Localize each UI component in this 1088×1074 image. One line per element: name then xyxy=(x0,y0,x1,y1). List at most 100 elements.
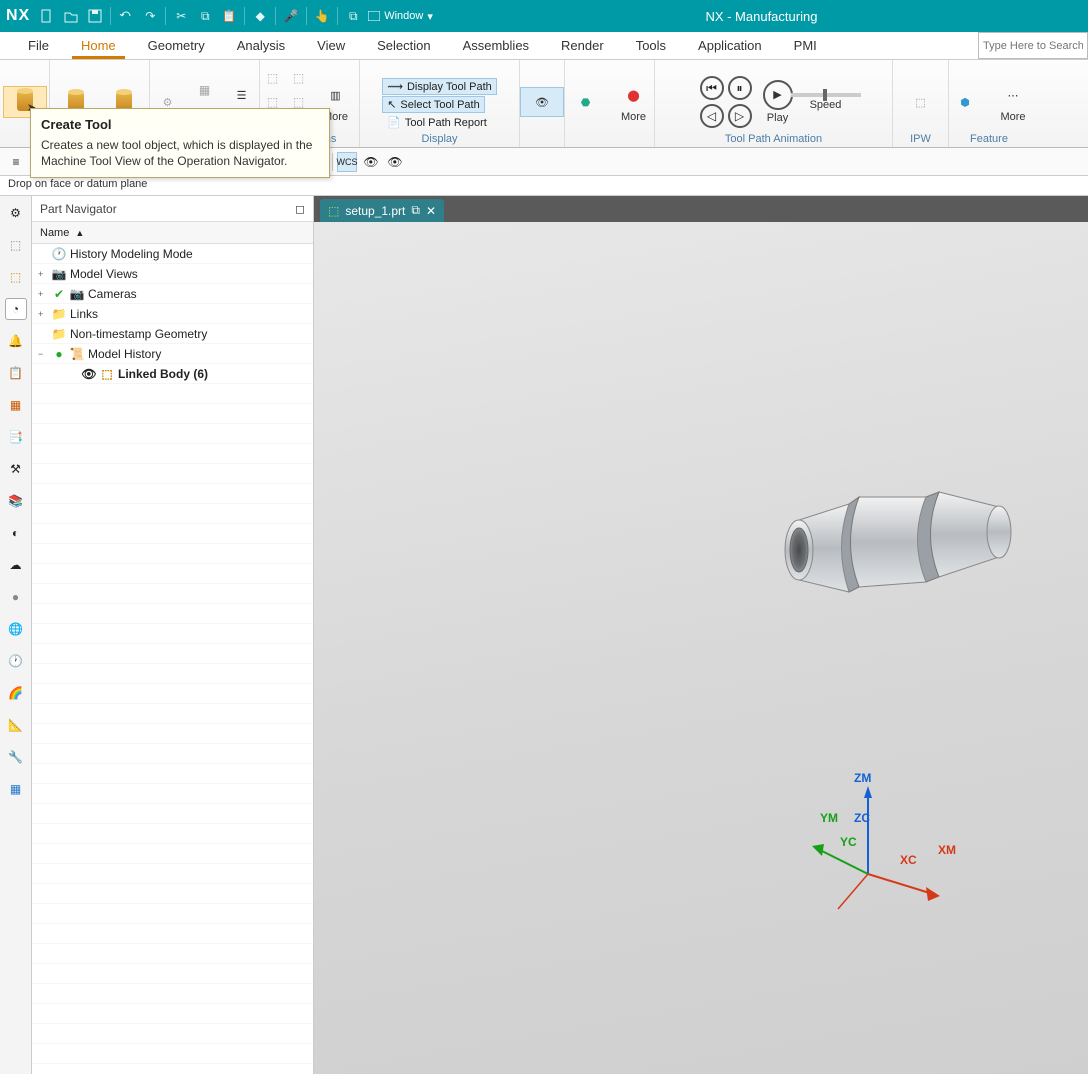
verify-button[interactable]: ⬣ xyxy=(564,88,608,116)
select-tool-path-button[interactable]: ↖Select Tool Path xyxy=(382,96,485,113)
feature-label: Feature xyxy=(970,133,1008,145)
tab-geometry[interactable]: Geometry xyxy=(132,32,221,59)
tools-icon[interactable]: 🔧 xyxy=(5,746,27,768)
pause-icon[interactable]: ⏸ xyxy=(728,76,752,100)
tree-row-cameras[interactable]: +✔📷Cameras xyxy=(32,284,313,304)
app-title: NX - Manufacturing xyxy=(441,9,1082,24)
title-bar: NX ↷ ✂ ⧉ 📋 ◆ 🎤 👆 ⧉ Window ▾ NX - Manufac… xyxy=(0,0,1088,32)
measure-icon[interactable]: 📐 xyxy=(5,714,27,736)
op-icon-1[interactable]: ⬚ xyxy=(262,67,284,89)
navigator-title: Part Navigator xyxy=(40,202,117,216)
navigator-tree[interactable]: 🕐History Modeling Mode +📷Model Views +✔📷… xyxy=(32,244,313,1074)
animation-group-label: Tool Path Animation xyxy=(725,133,822,145)
tab-view[interactable]: View xyxy=(301,32,361,59)
svg-text:ZM: ZM xyxy=(854,771,871,785)
tree-row-model-views[interactable]: +📷Model Views xyxy=(32,264,313,284)
part-model[interactable] xyxy=(754,462,1034,632)
step-back-icon[interactable]: ◁ xyxy=(700,104,724,128)
tab-analysis[interactable]: Analysis xyxy=(221,32,301,59)
viewport[interactable]: ZM YM ZC YC XC XM xyxy=(314,222,1088,1074)
eye-icon-2[interactable]: 👁 xyxy=(385,152,405,172)
copy-icon: ⧉ xyxy=(196,7,214,25)
window-menu[interactable]: Window ▾ xyxy=(368,10,433,23)
tree-row-history-mode[interactable]: 🕐History Modeling Mode xyxy=(32,244,313,264)
tree-row-linked-body[interactable]: 👁⬚Linked Body (6) xyxy=(32,364,313,384)
column-name[interactable]: Name xyxy=(40,227,69,239)
quick-access-toolbar: ↷ ✂ ⧉ 📋 ◆ 🎤 👆 ⧉ Window ▾ xyxy=(38,7,433,25)
save-icon[interactable] xyxy=(86,7,104,25)
sort-asc-icon[interactable]: ▲ xyxy=(75,228,84,238)
display-tool-path-button[interactable]: ⟿Display Tool Path xyxy=(382,78,497,95)
resource-bar: ⚙ ⬚ ⬚ ◔ 🔔 📋 ▦ 📑 ⚒ 📚 ◐ ☁ ● 🌐 🕐 🌈 📐 🔧 ▦ xyxy=(0,196,32,1074)
speed-control[interactable]: Speed xyxy=(804,93,848,111)
cloud-icon[interactable]: ☁ xyxy=(5,554,27,576)
tree-row-links[interactable]: +📁Links xyxy=(32,304,313,324)
path-icon: ⟿ xyxy=(387,80,403,93)
more-feature-button[interactable]: ⋯More xyxy=(991,81,1035,123)
redo-icon[interactable]: ↷ xyxy=(141,7,159,25)
ipw-button[interactable]: ⬚ xyxy=(899,88,943,116)
history-icon[interactable]: 📋 xyxy=(5,362,27,384)
show-3d-button[interactable]: 👁 xyxy=(520,87,564,117)
step-back-start-icon[interactable]: ⏮ xyxy=(700,76,724,100)
tab-tools[interactable]: Tools xyxy=(620,32,682,59)
menu-icon[interactable]: ≡ xyxy=(6,152,26,172)
tab-pmi[interactable]: PMI xyxy=(778,32,833,59)
tab-assemblies[interactable]: Assemblies xyxy=(447,32,545,59)
settings-icon[interactable]: ⚙ xyxy=(5,202,27,224)
appearance-icon[interactable]: ◆ xyxy=(251,7,269,25)
file-tab[interactable]: ⬚ setup_1.prt ⧉ ✕ xyxy=(320,199,444,222)
tool-path-report-button[interactable]: 📄Tool Path Report xyxy=(382,114,492,131)
command-search-input[interactable] xyxy=(978,32,1088,59)
undo-icon[interactable] xyxy=(117,7,135,25)
part-icon: ⬚ xyxy=(328,204,339,218)
eye-icon-1[interactable]: 👁 xyxy=(361,152,381,172)
display-group-label: Display xyxy=(421,133,457,145)
new-icon[interactable] xyxy=(38,7,56,25)
main-area: ⚙ ⬚ ⬚ ◔ 🔔 📋 ▦ 📑 ⚒ 📚 ◐ ☁ ● 🌐 🕐 🌈 📐 🔧 ▦ Pa… xyxy=(0,196,1088,1074)
play-button[interactable]: ▶Play xyxy=(756,80,800,124)
tooltip-body: Creates a new tool object, which is disp… xyxy=(41,138,319,169)
ipw-label: IPW xyxy=(910,133,931,145)
wcs-icon[interactable]: WCS xyxy=(337,152,357,172)
action-icon-1[interactable]: ▦ xyxy=(194,79,216,101)
render-icon[interactable]: ◐ xyxy=(5,522,27,544)
machining-icon[interactable]: ⚒ xyxy=(5,458,27,480)
op-icon-4[interactable]: ⬚ xyxy=(288,67,310,89)
file-tab-label: setup_1.prt xyxy=(345,204,405,218)
undock-icon[interactable]: ◻ xyxy=(295,202,305,216)
svg-text:YC: YC xyxy=(840,835,857,849)
feature-button[interactable]: ⬢ xyxy=(943,88,987,116)
reuse-icon[interactable]: 📑 xyxy=(5,426,27,448)
tab-home[interactable]: Home xyxy=(65,32,132,59)
part-nav-icon[interactable]: ◔ xyxy=(5,298,27,320)
assembly-nav-icon[interactable]: ⬚ xyxy=(5,234,27,256)
tab-render[interactable]: Render xyxy=(545,32,620,59)
switch-window-icon[interactable]: ⧉ xyxy=(344,7,362,25)
sheet-icon[interactable]: ▦ xyxy=(5,394,27,416)
clock-icon[interactable]: 🕐 xyxy=(5,650,27,672)
tab-selection[interactable]: Selection xyxy=(361,32,446,59)
web-icon[interactable]: 🌐 xyxy=(5,618,27,640)
coordinate-triad[interactable]: ZM YM ZC YC XC XM xyxy=(798,764,958,924)
roles-icon[interactable]: ▦ xyxy=(5,778,27,800)
popout-icon[interactable]: ⧉ xyxy=(411,203,420,218)
tree-row-ntg[interactable]: 📁Non-timestamp Geometry xyxy=(32,324,313,344)
notify-icon[interactable]: 🔔 xyxy=(5,330,27,352)
library-icon[interactable]: 📚 xyxy=(5,490,27,512)
sphere-icon[interactable]: ● xyxy=(5,586,27,608)
tooltip-title: Create Tool xyxy=(41,117,319,132)
close-tab-icon[interactable]: ✕ xyxy=(426,204,436,218)
step-fwd-icon[interactable]: ▷ xyxy=(728,104,752,128)
more-display-button[interactable]: ⬤More xyxy=(612,81,656,123)
constraint-nav-icon[interactable]: ⬚ xyxy=(5,266,27,288)
tab-application[interactable]: Application xyxy=(682,32,778,59)
color-icon[interactable]: 🌈 xyxy=(5,682,27,704)
tree-row-model-history[interactable]: −●📜Model History xyxy=(32,344,313,364)
open-icon[interactable] xyxy=(62,7,80,25)
touch-icon[interactable]: 👆 xyxy=(313,7,331,25)
mic-icon[interactable]: 🎤 xyxy=(282,7,300,25)
tab-file[interactable]: File xyxy=(12,32,65,59)
svg-text:XC: XC xyxy=(900,853,917,867)
select-icon: ↖ xyxy=(387,98,396,111)
